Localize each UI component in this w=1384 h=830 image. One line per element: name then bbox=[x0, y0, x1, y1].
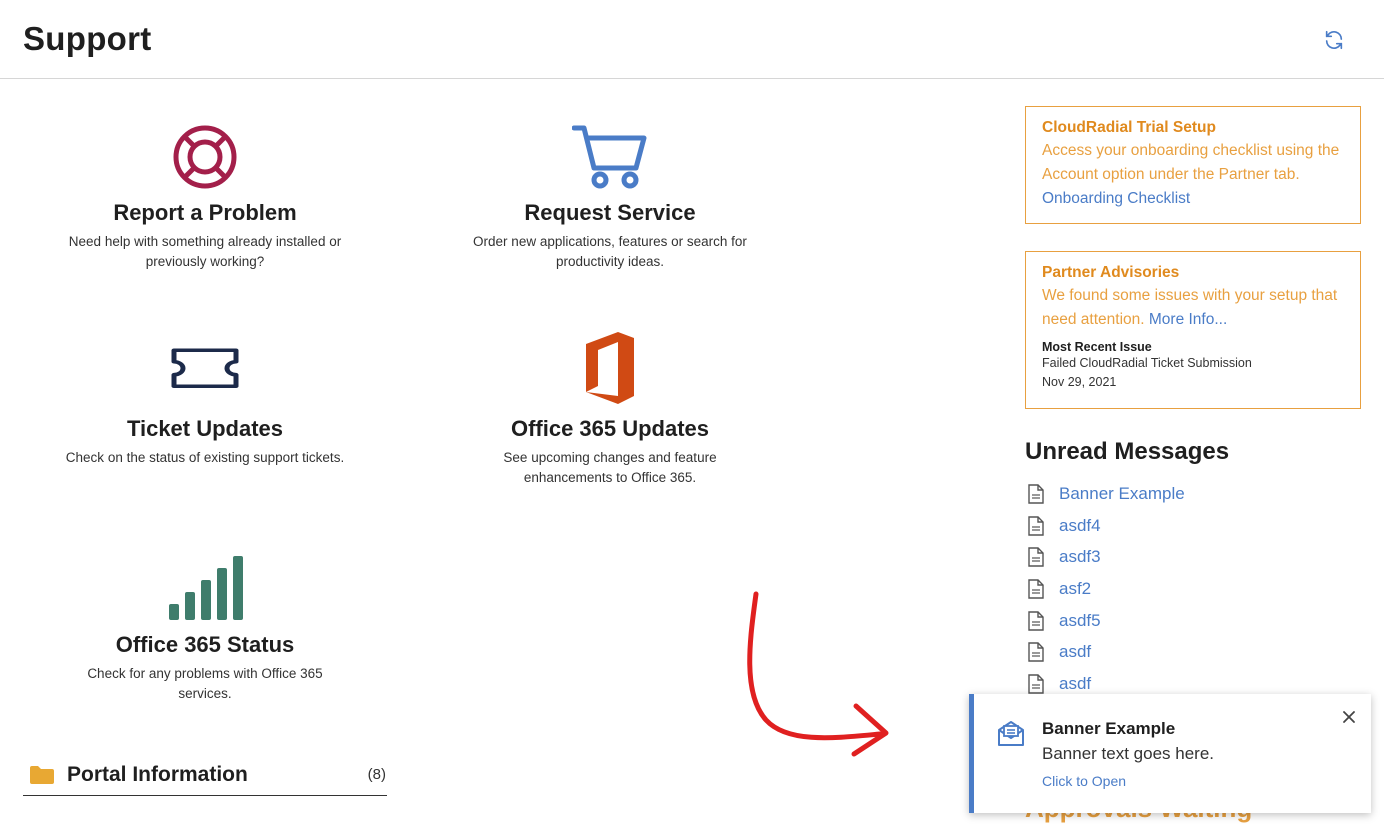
tile-title: Request Service bbox=[524, 200, 696, 225]
ticket-icon bbox=[171, 348, 239, 389]
toast-title: Banner Example bbox=[1042, 719, 1176, 738]
folder-row-partial bbox=[23, 818, 387, 830]
message-link[interactable]: asdf4 bbox=[1059, 516, 1101, 536]
folder-icon bbox=[30, 765, 54, 784]
recent-issue-label: Most Recent Issue bbox=[1042, 340, 1152, 354]
refresh-icon bbox=[1325, 30, 1343, 50]
message-item[interactable]: asdf bbox=[1025, 636, 1355, 668]
folder-portal-information[interactable]: Portal Information (8) bbox=[23, 754, 387, 796]
banner-toast[interactable]: Banner Example Banner text goes here. Cl… bbox=[969, 694, 1371, 813]
card-title: Partner Advisories bbox=[1042, 264, 1180, 281]
message-item[interactable]: asf2 bbox=[1025, 573, 1355, 605]
document-icon bbox=[1028, 579, 1044, 599]
message-link[interactable]: asdf bbox=[1059, 642, 1091, 662]
document-icon bbox=[1028, 674, 1044, 694]
page-title: Support bbox=[23, 20, 152, 57]
document-icon bbox=[1028, 610, 1044, 631]
document-icon bbox=[1028, 515, 1044, 536]
message-link[interactable]: asf2 bbox=[1059, 579, 1091, 599]
message-link[interactable]: asdf bbox=[1059, 674, 1091, 694]
card-title: CloudRadial Trial Setup bbox=[1042, 119, 1216, 136]
message-link[interactable]: asdf5 bbox=[1059, 611, 1101, 631]
tile-description: See upcoming changes and feature enhance… bbox=[503, 450, 717, 485]
tile-title: Ticket Updates bbox=[126, 416, 284, 441]
recent-issue-text: Failed CloudRadial Ticket Submission bbox=[1042, 356, 1252, 370]
toast-open-link[interactable]: Click to Open bbox=[1042, 773, 1126, 789]
message-link[interactable]: Banner Example bbox=[1059, 484, 1185, 504]
tile-description: Need help with something already install… bbox=[68, 234, 342, 269]
card-partner-advisories: Partner Advisories We found some issues … bbox=[1025, 251, 1361, 409]
tile-ticket-updates[interactable]: Ticket Updates Check on the status of ex… bbox=[15, 340, 395, 468]
recent-issue-date: Nov 29, 2021 bbox=[1042, 375, 1117, 389]
tile-description: Check on the status of existing support … bbox=[65, 450, 345, 465]
unread-messages-list: Banner Example asdf4 asdf3 asf2 asdf5 as… bbox=[1025, 478, 1355, 700]
tile-title: Office 365 Updates bbox=[510, 416, 710, 441]
card-text: We found some issues with your setup tha… bbox=[1042, 284, 1344, 332]
signal-bars-icon bbox=[169, 556, 243, 620]
tile-description: Check for any problems with Office 365 s… bbox=[87, 666, 323, 701]
unread-messages-heading: Unread Messages bbox=[1025, 438, 1230, 465]
page-header: Support bbox=[0, 0, 1384, 79]
card-body: Access your onboarding checklist using t… bbox=[1042, 142, 1340, 183]
office-logo-icon bbox=[586, 332, 634, 404]
close-icon[interactable] bbox=[1340, 708, 1358, 726]
message-item[interactable]: asdf4 bbox=[1025, 510, 1355, 542]
message-item[interactable]: asdf3 bbox=[1025, 541, 1355, 573]
toast-text: Banner text goes here. bbox=[1042, 744, 1215, 763]
red-arrow-annotation bbox=[747, 591, 889, 757]
tile-title: Office 365 Status bbox=[115, 632, 295, 657]
mail-open-icon bbox=[998, 721, 1024, 746]
tile-request-service[interactable]: Request Service Order new applications, … bbox=[420, 124, 800, 272]
folder-label: Portal Information bbox=[67, 762, 248, 786]
onboarding-checklist-link[interactable]: Onboarding Checklist bbox=[1042, 190, 1190, 207]
refresh-button[interactable] bbox=[1318, 24, 1350, 56]
card-text: Access your onboarding checklist using t… bbox=[1042, 139, 1344, 211]
document-icon bbox=[1028, 642, 1044, 662]
card-trial-setup: CloudRadial Trial Setup Access your onbo… bbox=[1025, 106, 1361, 224]
message-item[interactable]: asdf5 bbox=[1025, 605, 1355, 637]
lifebuoy-icon bbox=[173, 125, 237, 189]
tile-title: Report a Problem bbox=[113, 200, 297, 225]
more-info-link[interactable]: More Info... bbox=[1149, 311, 1227, 328]
message-link[interactable]: asdf3 bbox=[1059, 547, 1101, 567]
tile-office-365-updates[interactable]: Office 365 Updates See upcoming changes … bbox=[420, 330, 800, 488]
document-icon bbox=[1028, 547, 1044, 567]
tile-office-365-status[interactable]: Office 365 Status Check for any problems… bbox=[15, 554, 395, 704]
shopping-cart-icon bbox=[572, 125, 647, 189]
message-item[interactable]: Banner Example bbox=[1025, 478, 1355, 510]
tile-description: Order new applications, features or sear… bbox=[473, 234, 747, 269]
document-icon bbox=[1028, 484, 1044, 504]
tile-report-a-problem[interactable]: Report a Problem Need help with somethin… bbox=[15, 124, 395, 272]
folder-count: (8) bbox=[367, 766, 386, 783]
